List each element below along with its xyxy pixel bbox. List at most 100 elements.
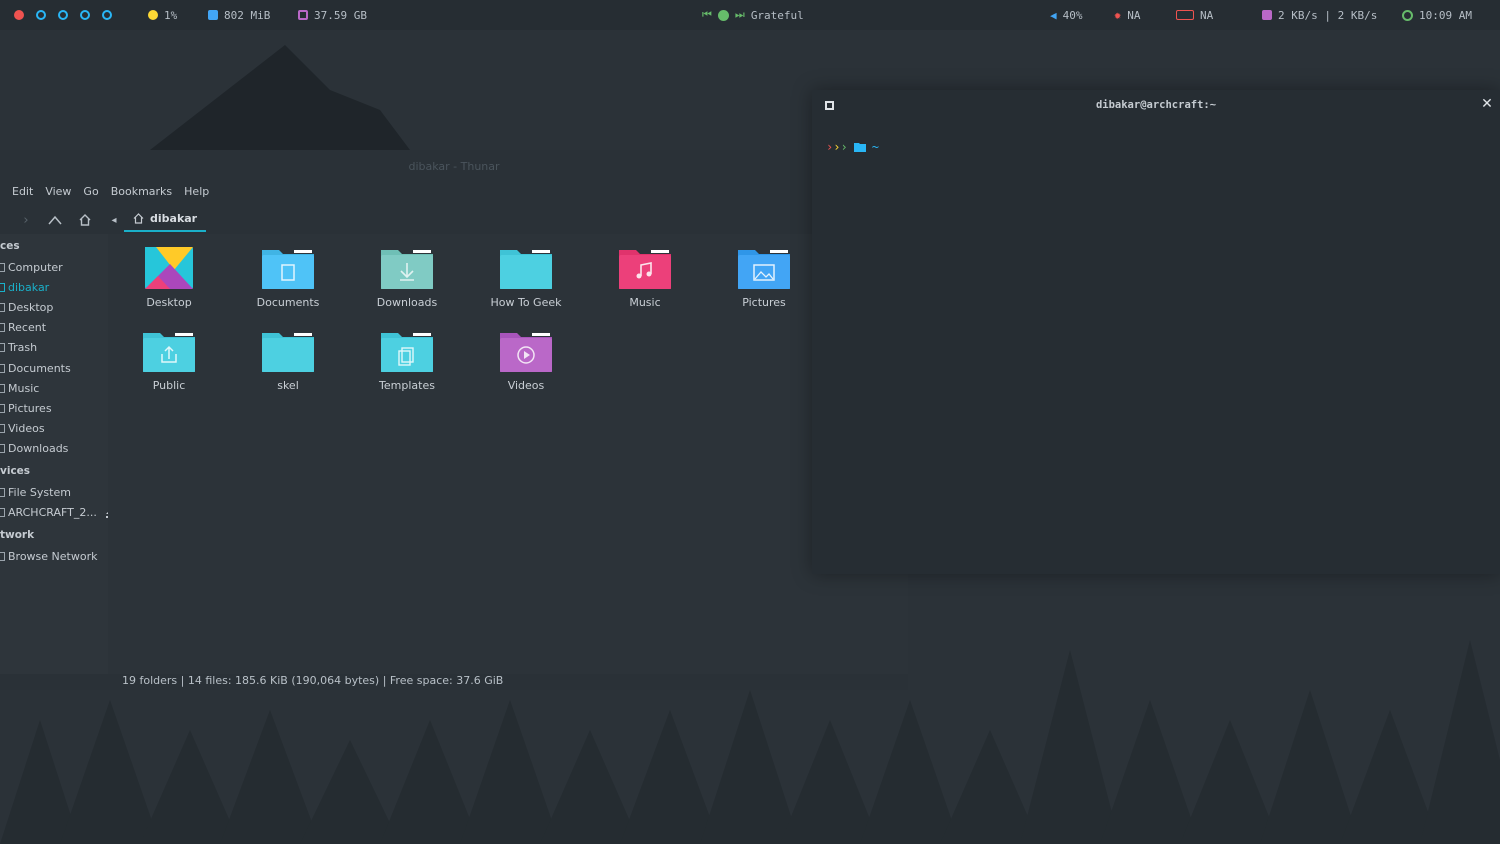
forward-button[interactable]: › <box>16 210 36 230</box>
toolbar: › ◂ dibakar <box>0 206 908 234</box>
disk-value: 37.59 GB <box>314 8 367 22</box>
music-folder-icon <box>619 250 671 289</box>
terminal-window[interactable]: dibakar@archcraft:~ ✕ ››› ~ <box>812 90 1500 574</box>
sidebar-item-pictures[interactable]: Pictures <box>0 402 52 415</box>
sidebar-network-header: twork <box>0 529 35 541</box>
prompt-arrows-icon: ››› <box>826 140 848 154</box>
downloads-folder-icon <box>381 250 433 289</box>
breadcrumb-scroll-left[interactable]: ◂ <box>104 210 124 230</box>
sidebar-item-music[interactable]: Music <box>0 382 39 395</box>
workspace-switcher[interactable] <box>14 0 112 30</box>
folder-desktop[interactable]: Desktop <box>119 246 219 322</box>
sidebar-item-recent[interactable]: Recent <box>0 321 46 334</box>
music-title: Grateful <box>750 8 804 22</box>
file-manager-window: dibakar - Thunar Edit View Go Bookmarks … <box>0 150 908 690</box>
memory-value: 802 MiB <box>224 8 271 22</box>
videos-folder-icon <box>500 333 552 372</box>
folder-pictures[interactable]: Pictures <box>714 246 814 322</box>
folder-documents[interactable]: Documents <box>238 246 338 322</box>
brightness-module: ✹ NA <box>1114 0 1140 30</box>
workspace-4[interactable] <box>80 10 90 20</box>
brightness-icon: ✹ <box>1114 8 1122 22</box>
pictures-icon <box>0 404 5 413</box>
disk-module: 37.59 GB <box>298 0 367 30</box>
sidebar-item-documents[interactable]: Documents <box>0 362 71 375</box>
drive-icon <box>0 488 5 497</box>
music-icon <box>0 384 5 393</box>
play-icon[interactable] <box>717 9 729 21</box>
battery-module: NA <box>1176 0 1213 30</box>
clock-value: 10:09 AM <box>1419 8 1472 22</box>
sidebar-item-downloads[interactable]: Downloads <box>0 442 68 455</box>
public-folder-icon <box>143 333 195 372</box>
menu-help[interactable]: Help <box>178 182 215 202</box>
sidebar-devices-header: vices <box>0 465 31 477</box>
clock-icon <box>1402 9 1413 21</box>
menu-view[interactable]: View <box>39 182 77 202</box>
folder-videos[interactable]: Videos <box>476 329 576 405</box>
speaker-icon: ◀ <box>1050 8 1057 22</box>
menu-go[interactable]: Go <box>77 182 104 202</box>
folder-public[interactable]: Public <box>119 329 219 405</box>
desktop-folder-icon <box>145 247 193 289</box>
recent-icon <box>0 323 5 332</box>
home-icon <box>79 214 91 226</box>
parent-folder-button[interactable] <box>45 210 65 230</box>
pictures-folder-icon <box>738 250 790 289</box>
menu-bar: Edit View Go Bookmarks Help <box>0 182 215 202</box>
home-folder-icon <box>0 283 5 292</box>
folder-icon <box>853 143 866 152</box>
cpu-value: 1% <box>164 8 178 22</box>
shell-prompt: ››› ~ <box>826 140 879 154</box>
prompt-directory: ~ <box>871 140 879 154</box>
workspace-2[interactable] <box>36 10 46 20</box>
cpu-module: 1% <box>148 0 177 30</box>
sidebar-item-browse-network[interactable]: Browse Network <box>0 550 97 563</box>
next-track-icon[interactable]: ⏭ <box>735 8 745 22</box>
sidebar-item-file-system[interactable]: File System <box>0 486 71 499</box>
status-bar: 19 folders | 14 files: 185.6 KiB (190,06… <box>122 673 504 687</box>
workspace-1[interactable] <box>14 10 24 20</box>
videos-icon <box>0 424 5 433</box>
top-panel: 1% 802 MiB 37.59 GB ⏮ ⏭ Grateful ◀ 40% ✹… <box>0 0 1500 30</box>
menu-edit[interactable]: Edit <box>0 182 39 202</box>
file-view: Desktop Documents Downloads How To Geek … <box>108 234 908 674</box>
volume-value: 40% <box>1062 8 1083 22</box>
memory-module: 802 MiB <box>208 0 270 30</box>
folder-how-to-geek[interactable]: How To Geek <box>476 246 576 322</box>
templates-folder-icon <box>381 333 433 372</box>
documents-folder-icon <box>262 250 314 289</box>
window-title: dibakar - Thunar <box>408 159 500 173</box>
workspace-3[interactable] <box>58 10 68 20</box>
network-icon <box>0 552 5 561</box>
previous-track-icon[interactable]: ⏮ <box>702 8 712 22</box>
sidebar-item-videos[interactable]: Videos <box>0 422 45 435</box>
battery-value: NA <box>1200 8 1214 22</box>
clock-module: 10:09 AM <box>1402 0 1472 30</box>
folder-icon <box>500 250 552 289</box>
menu-bookmarks[interactable]: Bookmarks <box>105 182 178 202</box>
folder-music[interactable]: Music <box>595 246 695 322</box>
breadcrumb[interactable]: dibakar <box>124 206 207 232</box>
disc-icon <box>0 508 5 517</box>
sidebar-item-desktop[interactable]: Desktop <box>0 301 53 314</box>
workspace-5[interactable] <box>102 10 112 20</box>
folder-templates[interactable]: Templates <box>357 329 457 405</box>
documents-icon <box>0 364 5 373</box>
breadcrumb-current: dibakar <box>150 211 198 225</box>
folder-icon <box>262 333 314 372</box>
network-value: 2 KB/s | 2 KB/s <box>1278 8 1378 22</box>
home-button[interactable] <box>75 210 95 230</box>
volume-module[interactable]: ◀ 40% <box>1050 0 1083 30</box>
terminal-title: dibakar@archcraft:~ <box>1095 99 1217 111</box>
close-icon[interactable]: ✕ <box>1480 97 1494 111</box>
brightness-value: NA <box>1127 8 1141 22</box>
disk-icon <box>298 10 308 20</box>
sidebar-item-archcraft[interactable]: ARCHCRAFT_2... <box>0 506 118 519</box>
folder-downloads[interactable]: Downloads <box>357 246 457 322</box>
sidebar-item-computer[interactable]: Computer <box>0 261 63 274</box>
folder-skel[interactable]: skel <box>238 329 338 405</box>
sidebar-item-trash[interactable]: Trash <box>0 341 37 354</box>
network-icon <box>1262 10 1272 20</box>
sidebar-item-dibakar[interactable]: dibakar <box>0 281 49 294</box>
